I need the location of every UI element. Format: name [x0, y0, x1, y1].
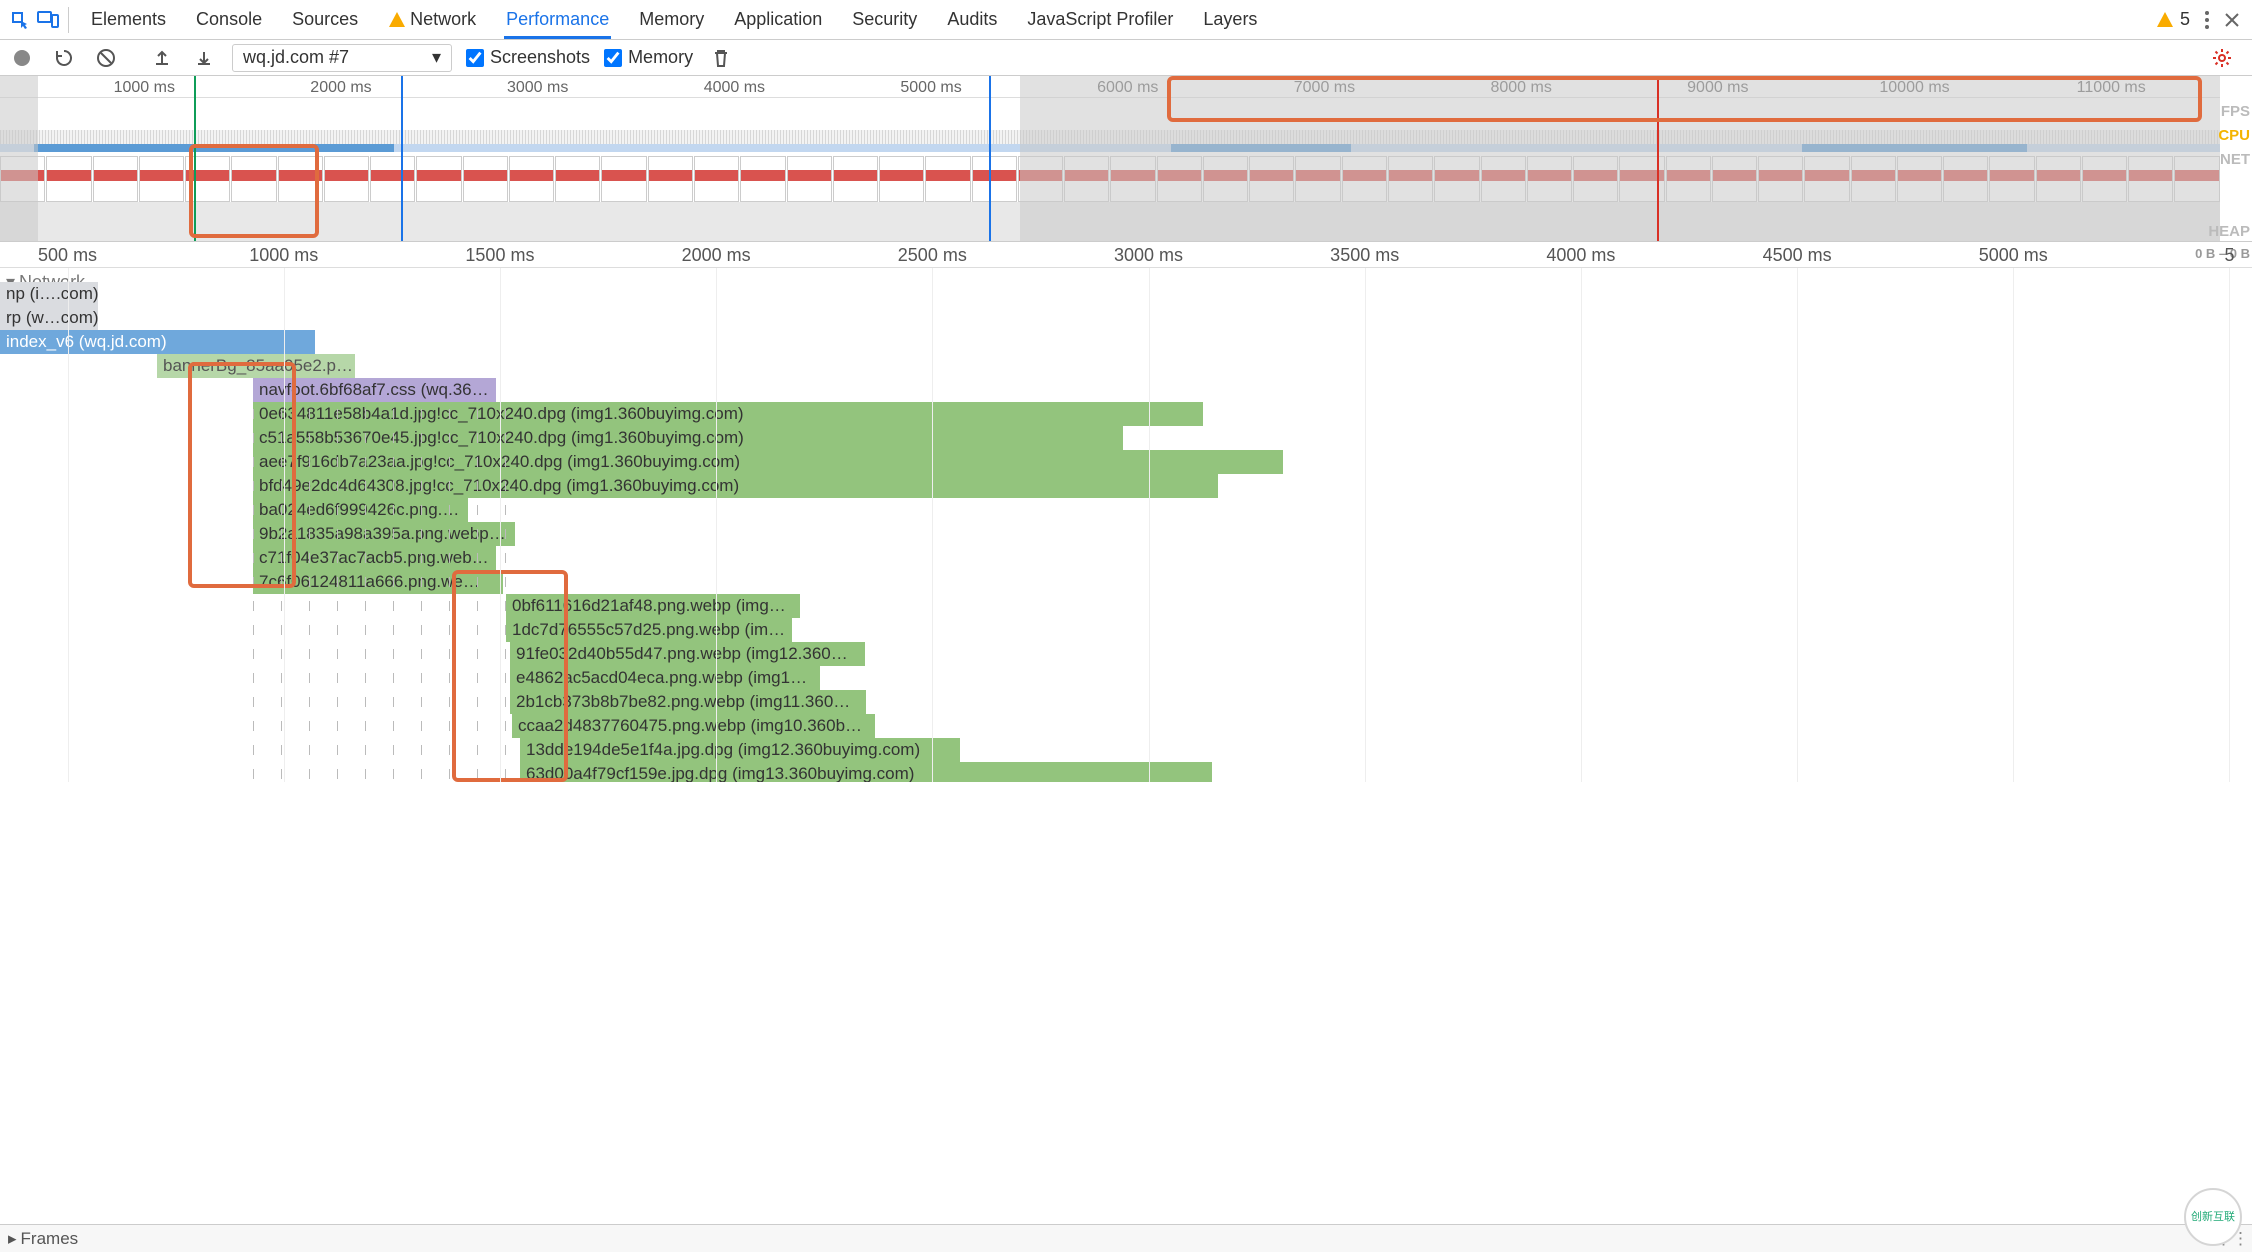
- annotation-box: [189, 144, 319, 238]
- tab-audits[interactable]: Audits: [945, 1, 999, 38]
- tab-jsprofiler[interactable]: JavaScript Profiler: [1025, 1, 1175, 38]
- close-icon[interactable]: [2224, 12, 2240, 28]
- tab-network[interactable]: Network: [386, 1, 478, 38]
- tab-security[interactable]: Security: [850, 1, 919, 38]
- network-request-bar[interactable]: 0e634811e58b4a1d.jpg!cc_710x240.dpg (img…: [253, 402, 1203, 426]
- reload-record-button[interactable]: [50, 44, 78, 72]
- overview-strip[interactable]: 1000 ms2000 ms3000 ms4000 ms5000 ms6000 …: [0, 76, 2252, 242]
- network-request-bar[interactable]: rp (w…com): [0, 306, 98, 330]
- network-request-bar[interactable]: 63d00a4f79cf159e.jpg.dpg (img13.360buyim…: [520, 762, 1212, 782]
- network-request-bar[interactable]: index_v6 (wq.jd.com): [0, 330, 315, 354]
- capture-settings-button[interactable]: [2208, 44, 2236, 72]
- network-request-bar[interactable]: 13dde194de5e1f4a.jpg.dpg (img12.360buyim…: [520, 738, 960, 762]
- devtools-tabbar: Elements Console Sources Network Perform…: [0, 0, 2252, 40]
- annotation-box: [1167, 76, 2203, 122]
- load-profile-button[interactable]: [148, 44, 176, 72]
- performance-toolbar: wq.jd.com #7 ▾ Screenshots Memory: [0, 40, 2252, 76]
- save-profile-button[interactable]: [190, 44, 218, 72]
- chevron-right-icon: ▸: [8, 1229, 17, 1249]
- warning-icon: [388, 11, 406, 29]
- kebab-menu-icon[interactable]: [2204, 10, 2210, 30]
- tab-sources[interactable]: Sources: [290, 1, 360, 38]
- tab-elements[interactable]: Elements: [89, 1, 168, 38]
- section-frames: Frames: [21, 1229, 79, 1249]
- warning-icon: [2156, 11, 2174, 29]
- tab-performance[interactable]: Performance: [504, 1, 611, 39]
- tab-console[interactable]: Console: [194, 1, 264, 38]
- tab-memory[interactable]: Memory: [637, 1, 706, 38]
- tab-layers[interactable]: Layers: [1201, 1, 1259, 38]
- network-request-bar[interactable]: aee7f916db7a23aa.jpg!cc_710x240.dpg (img…: [253, 450, 1283, 474]
- flamechart-ruler: 500 ms1000 ms1500 ms2000 ms2500 ms3000 m…: [0, 242, 2252, 268]
- network-request-bar[interactable]: np (i….com): [0, 282, 98, 306]
- overview-lane-labels: FPS CPU NET HEAP 0 B – 0 B: [2195, 100, 2250, 265]
- device-toggle-icon[interactable]: [34, 6, 62, 34]
- garbage-collect-button[interactable]: [707, 44, 735, 72]
- inspect-icon[interactable]: [6, 6, 34, 34]
- record-button[interactable]: [8, 44, 36, 72]
- recording-select[interactable]: wq.jd.com #7 ▾: [232, 44, 452, 72]
- bottom-summary-bar[interactable]: ▸ Frames ⋮⋮: [0, 1224, 2252, 1252]
- annotation-box: [452, 570, 568, 782]
- screenshots-checkbox[interactable]: Screenshots: [466, 47, 590, 68]
- flamechart[interactable]: 500 ms1000 ms1500 ms2000 ms2500 ms3000 m…: [0, 242, 2252, 782]
- clear-button[interactable]: [92, 44, 120, 72]
- recording-select-label: wq.jd.com #7: [243, 47, 349, 68]
- warnings-count[interactable]: 5: [2156, 9, 2190, 30]
- tab-application[interactable]: Application: [732, 1, 824, 38]
- annotation-box: [188, 362, 296, 588]
- network-request-bar[interactable]: bfd49e2dc4d64308.jpg!cc_710x240.dpg (img…: [253, 474, 1218, 498]
- memory-checkbox[interactable]: Memory: [604, 47, 693, 68]
- watermark-logo: 创新互联: [2184, 1188, 2242, 1246]
- chevron-down-icon: ▾: [432, 47, 441, 68]
- network-request-bar[interactable]: c51a558b53670e45.jpg!cc_710x240.dpg (img…: [253, 426, 1123, 450]
